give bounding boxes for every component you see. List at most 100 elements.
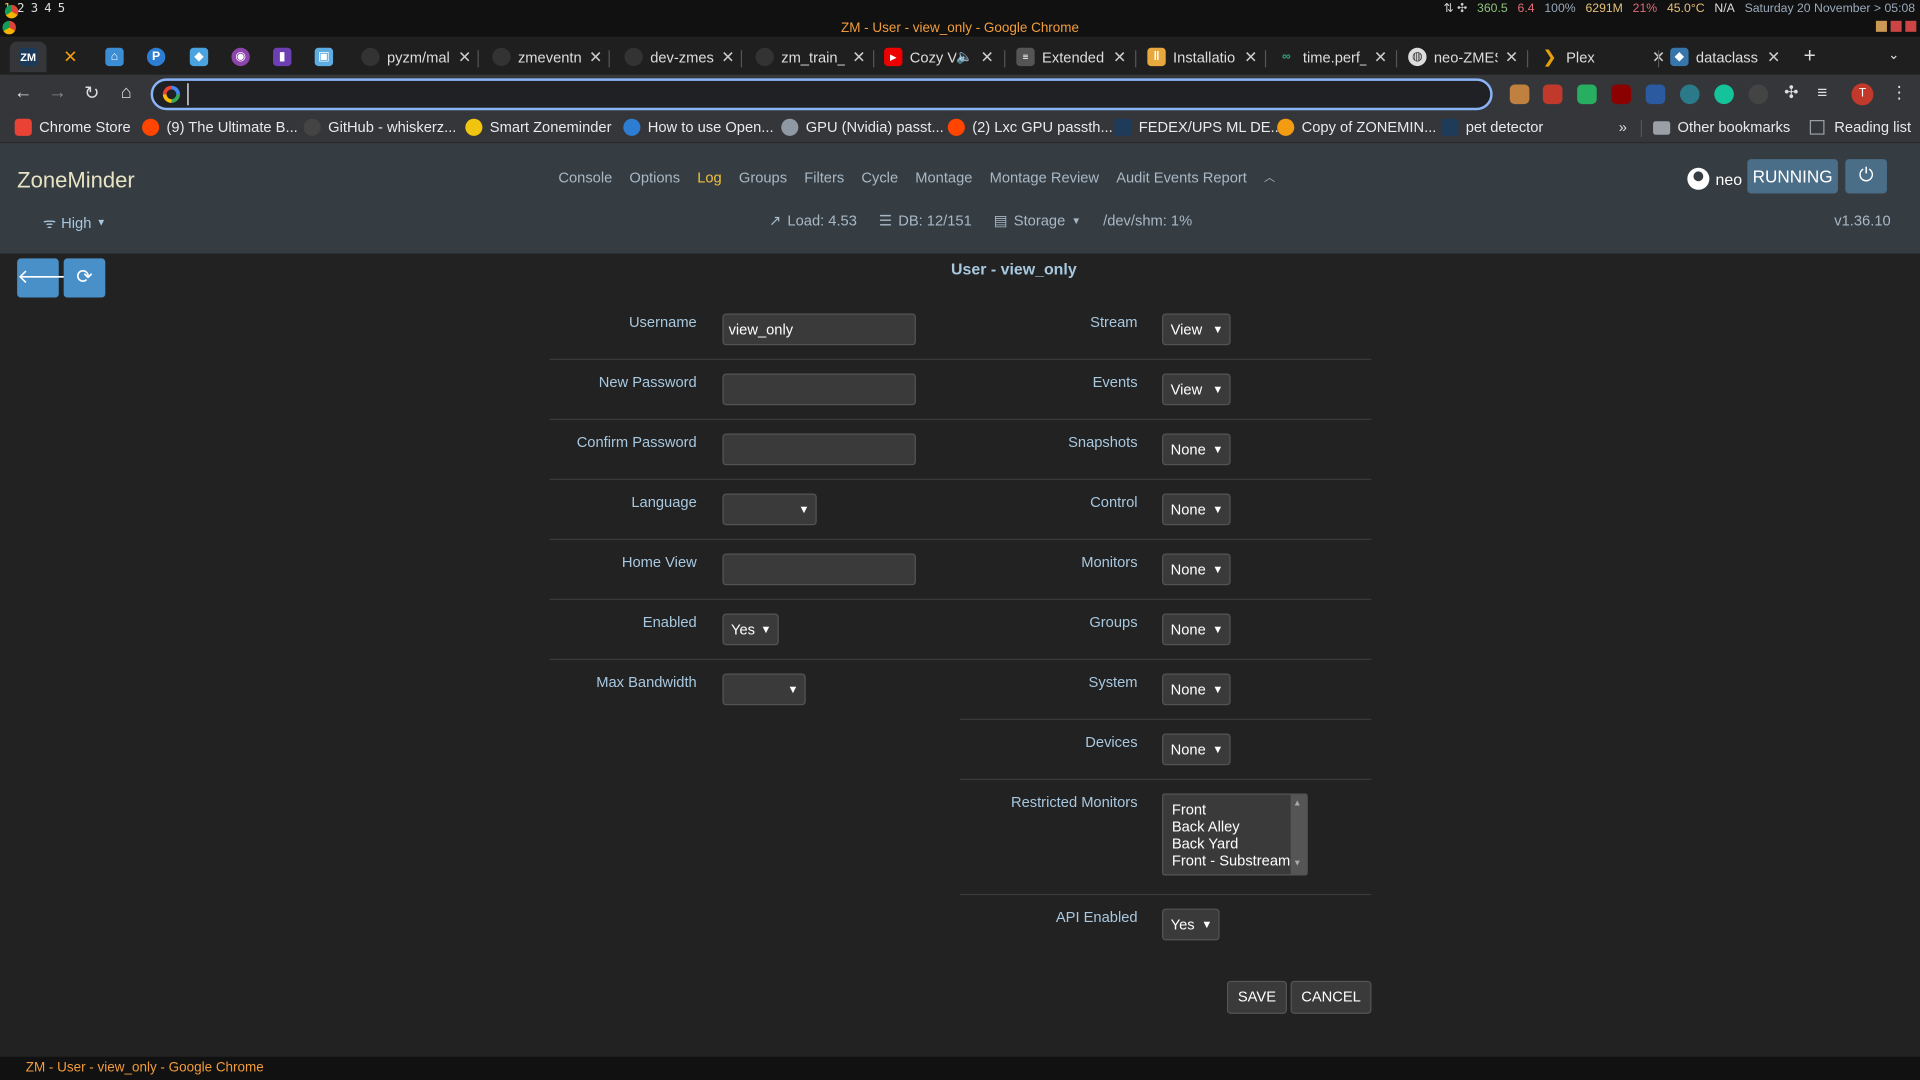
extensions-puzzle-icon[interactable]: ✣	[1784, 82, 1798, 103]
tab-dev-zmes[interactable]: dev-zmes/✕	[624, 42, 735, 73]
tab-dataclass[interactable]: ◆ dataclass ✕	[1670, 42, 1780, 73]
bookmark-item[interactable]: Smart Zoneminder	[465, 118, 611, 136]
bookmark-item[interactable]: GPU (Nvidia) passt...	[781, 118, 944, 136]
tab-plex[interactable]: ❯Plex✕	[1540, 42, 1665, 73]
close-tab-icon[interactable]: ✕	[458, 47, 471, 67]
window-controls[interactable]	[1875, 20, 1917, 32]
bitwarden-icon[interactable]	[1645, 84, 1666, 105]
bookmark-item[interactable]: GitHub - whiskerz...	[303, 118, 456, 136]
run-state-button[interactable]: RUNNING	[1747, 159, 1838, 194]
reload-icon[interactable]: ↻	[81, 82, 103, 104]
monitors-select[interactable]: None ▼	[1162, 553, 1231, 586]
events-select[interactable]: View ▼	[1162, 373, 1231, 406]
tab-zmeventnotification[interactable]: zmeventn ✕	[492, 42, 602, 73]
bookmark-item[interactable]: How to use Open...	[623, 118, 774, 136]
workspace-2[interactable]: 2	[17, 2, 24, 15]
list-item[interactable]: Back Yard	[1172, 835, 1307, 852]
nav-montage[interactable]: Montage	[915, 169, 972, 186]
groups-select[interactable]: None ▼	[1162, 613, 1231, 646]
user-menu[interactable]: neo	[1687, 167, 1742, 190]
tab-pinned-4[interactable]: P	[146, 42, 166, 73]
workspace-4[interactable]: 4	[44, 2, 51, 15]
close-icon[interactable]	[1905, 20, 1917, 32]
close-tab-icon[interactable]: ✕	[1244, 47, 1257, 67]
new-password-field[interactable]	[722, 373, 916, 406]
close-tab-icon[interactable]: ✕	[1505, 47, 1518, 67]
nav-groups[interactable]: Groups	[739, 169, 787, 186]
tab-pinned-6[interactable]: ◉	[231, 42, 250, 73]
other-bookmarks[interactable]: Other bookmarks	[1653, 119, 1790, 136]
storage-dropdown[interactable]: ▤ Storage ▼	[994, 212, 1081, 229]
list-item[interactable]: Front	[1172, 801, 1307, 818]
home-view-field[interactable]	[722, 553, 916, 586]
media-controls-icon[interactable]: ≡	[1817, 82, 1827, 102]
nav-cycle[interactable]: Cycle	[861, 169, 898, 186]
address-input[interactable]	[187, 83, 1474, 106]
nav-montage-review[interactable]: Montage Review	[990, 169, 1099, 186]
tab-pinned-5[interactable]: ◆	[189, 42, 209, 73]
home-icon[interactable]: ⌂	[115, 82, 137, 103]
list-scrollbar[interactable]	[1290, 794, 1307, 875]
save-button[interactable]: SAVE	[1226, 980, 1287, 1014]
list-item[interactable]: Front - Substream	[1172, 852, 1307, 869]
collapse-nav-icon[interactable]: ︿	[1264, 169, 1275, 186]
list-item[interactable]: Back Alley	[1172, 818, 1307, 835]
system-select[interactable]: None ▼	[1162, 673, 1231, 706]
bookmark-item[interactable]: (9) The Ultimate B...	[142, 118, 298, 136]
address-bar[interactable]	[150, 78, 1493, 111]
api-enabled-select[interactable]: Yes ▼	[1162, 908, 1220, 941]
tab-youtube[interactable]: ▶ Cozy V 🔈 ✕	[884, 42, 994, 73]
tab-pinned-8[interactable]: ▣	[314, 42, 334, 73]
tab-installation[interactable]: ‖ Installatio ✕	[1147, 42, 1257, 73]
minimize-icon[interactable]	[1875, 20, 1887, 32]
devices-select[interactable]: None ▼	[1162, 733, 1231, 766]
extension-red-icon[interactable]	[1542, 84, 1563, 105]
reading-list[interactable]: Reading list	[1809, 119, 1911, 136]
nav-options[interactable]: Options	[629, 169, 680, 186]
cancel-button[interactable]: CANCEL	[1290, 980, 1372, 1014]
workspace-5[interactable]: 5	[58, 2, 65, 15]
nav-log[interactable]: Log	[697, 169, 722, 186]
taskbar-window-title[interactable]: ZM - User - view_only - Google Chrome	[26, 1060, 264, 1075]
nav-console[interactable]: Console	[558, 169, 612, 186]
tab-time-perf[interactable]: ∞ time.perf_ ✕	[1277, 42, 1387, 73]
max-bandwidth-select[interactable]: ▼	[722, 673, 806, 706]
language-select[interactable]: ▼	[722, 493, 817, 526]
tab-extended[interactable]: ≡ Extended ✕	[1016, 42, 1126, 73]
bookmark-item[interactable]: Copy of ZONEMIN...	[1277, 118, 1436, 136]
bookmark-item[interactable]: pet detector	[1441, 118, 1543, 136]
close-tab-icon[interactable]: ✕	[980, 47, 993, 67]
grammarly-icon[interactable]	[1714, 84, 1734, 105]
enabled-select[interactable]: Yes ▼	[722, 613, 779, 646]
close-tab-icon[interactable]: ✕	[721, 47, 734, 67]
extension-s-icon[interactable]	[1748, 84, 1769, 105]
username-field[interactable]: view_only	[722, 313, 916, 346]
new-tab-button[interactable]: +	[1804, 44, 1816, 68]
bookmark-item[interactable]: Chrome Store	[14, 118, 131, 136]
back-icon[interactable]: ←	[12, 82, 34, 103]
tab-pinned-7[interactable]: ▮	[273, 42, 292, 73]
close-tab-icon[interactable]: ✕	[1374, 47, 1387, 67]
nav-audit-events-report[interactable]: Audit Events Report	[1116, 169, 1247, 186]
tab-zoneminder[interactable]: ZM	[9, 41, 47, 73]
bandwidth-dropdown[interactable]: ᯤ High ▼	[43, 212, 106, 233]
maximize-icon[interactable]	[1890, 20, 1902, 32]
extension-teal-icon[interactable]	[1680, 84, 1700, 105]
tab-pinned-3[interactable]: ⌂	[105, 42, 124, 73]
nav-filters[interactable]: Filters	[804, 169, 844, 186]
stream-select[interactable]: View ▼	[1162, 313, 1231, 346]
audio-playing-icon[interactable]: 🔈	[956, 49, 973, 65]
bookmark-item[interactable]: (2) Lxc GPU passth...	[947, 118, 1113, 136]
menu-kebab-icon[interactable]: ⋮	[1891, 82, 1908, 103]
tab-zm-train[interactable]: zm_train_ ✕	[755, 42, 866, 73]
close-tab-icon[interactable]: ✕	[1767, 47, 1780, 67]
tab-pinned-2[interactable]: ✕	[61, 42, 79, 73]
profile-avatar[interactable]: T	[1851, 83, 1874, 106]
tab-neo-zmes[interactable]: ◍ neo-ZMES ✕	[1408, 42, 1518, 73]
workspace-3[interactable]: 3	[31, 2, 38, 15]
extension-green-icon[interactable]	[1577, 84, 1597, 105]
forward-icon[interactable]: →	[47, 82, 69, 103]
extension-bell-icon[interactable]	[1509, 84, 1530, 105]
snapshots-select[interactable]: None ▼	[1162, 433, 1231, 466]
tab-pyzm[interactable]: pyzm/mal ✕	[361, 42, 471, 73]
